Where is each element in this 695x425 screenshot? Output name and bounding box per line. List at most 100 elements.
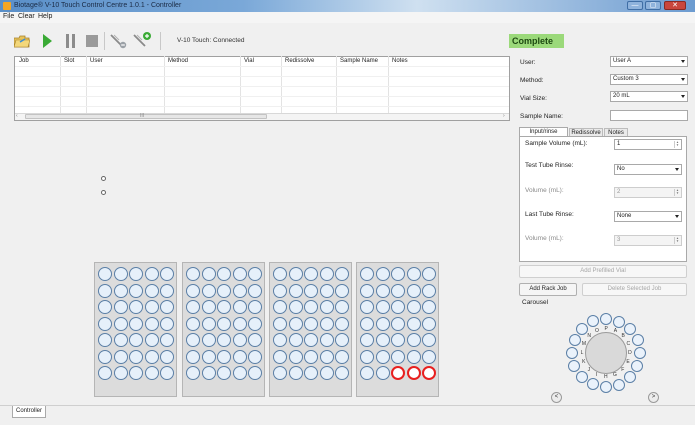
vial-slot[interactable] xyxy=(248,283,262,298)
vial-slot[interactable] xyxy=(160,316,174,331)
vial-slot[interactable] xyxy=(144,349,159,364)
vial-slot[interactable] xyxy=(375,333,390,347)
scroll-left-arrow-icon[interactable]: ‹ xyxy=(16,113,18,119)
method-select[interactable]: Custom 3 xyxy=(610,74,688,85)
vial-slot[interactable] xyxy=(360,300,374,314)
vial-slot[interactable] xyxy=(129,267,143,281)
vial-slot[interactable] xyxy=(248,300,262,314)
carousel-slot[interactable] xyxy=(612,378,625,391)
test-tube-rinse-select[interactable]: No xyxy=(614,164,682,175)
vial-slot[interactable] xyxy=(335,366,349,380)
vial-slot[interactable] xyxy=(232,267,247,281)
column-header-slot[interactable]: Slot xyxy=(64,58,74,64)
sample-volume-input[interactable]: 1 ▲ ▼ xyxy=(614,139,682,150)
last-rinse-volume-input[interactable]: 3 ▲ ▼ xyxy=(614,235,682,246)
vial-slot[interactable] xyxy=(288,267,303,281)
maximize-button[interactable]: ▢ xyxy=(645,1,661,10)
add-job-icon[interactable] xyxy=(133,31,153,49)
carousel-next-button[interactable]: > xyxy=(648,392,659,403)
vial-slot[interactable] xyxy=(319,283,334,298)
vial-slot[interactable] xyxy=(391,316,405,331)
vial-slot[interactable] xyxy=(248,366,262,380)
add-prefilled-vial-button[interactable]: Add Prefilled Vial xyxy=(519,265,687,278)
vial-slot[interactable] xyxy=(217,349,231,364)
vial-slot[interactable] xyxy=(129,366,143,380)
vial-slot[interactable] xyxy=(217,366,231,380)
vial-slot[interactable] xyxy=(304,267,318,281)
rinse-volume-input[interactable]: 2 ▲ ▼ xyxy=(614,187,682,198)
scrollbar-thumb[interactable] xyxy=(25,114,267,119)
vial-slot[interactable] xyxy=(406,366,421,380)
vial-slot[interactable] xyxy=(98,316,112,331)
vial-slot[interactable] xyxy=(113,283,128,298)
vial-slot[interactable] xyxy=(422,366,436,380)
vial-slot[interactable] xyxy=(144,267,159,281)
column-header-vial[interactable]: Vial xyxy=(244,58,254,64)
vial-slot[interactable] xyxy=(160,283,174,298)
scroll-right-arrow-icon[interactable]: › xyxy=(503,113,505,119)
vial-slot[interactable] xyxy=(304,283,318,298)
vial-slot[interactable] xyxy=(98,349,112,364)
vial-slot[interactable] xyxy=(375,300,390,314)
carousel-slot[interactable] xyxy=(568,359,581,372)
vial-slot[interactable] xyxy=(217,267,231,281)
vial-slot[interactable] xyxy=(201,267,216,281)
vial-slot[interactable] xyxy=(391,283,405,298)
vial-slot[interactable] xyxy=(217,283,231,298)
carousel-slot[interactable] xyxy=(587,315,600,328)
vial-slot[interactable] xyxy=(335,349,349,364)
vial-slot[interactable] xyxy=(129,300,143,314)
vial-slot[interactable] xyxy=(201,333,216,347)
carousel-slot[interactable] xyxy=(566,346,578,359)
vial-slot[interactable] xyxy=(248,333,262,347)
vial-slot[interactable] xyxy=(391,333,405,347)
vial-slot[interactable] xyxy=(375,349,390,364)
vial-slot[interactable] xyxy=(360,349,374,364)
vial-slot[interactable] xyxy=(273,349,287,364)
vial-slot[interactable] xyxy=(160,333,174,347)
vial-slot[interactable] xyxy=(144,300,159,314)
vial-slot[interactable] xyxy=(406,349,421,364)
sample-name-input[interactable] xyxy=(610,110,688,121)
carousel-slot[interactable] xyxy=(568,333,581,346)
vial-slot[interactable] xyxy=(422,349,436,364)
vial-slot[interactable] xyxy=(375,316,390,331)
vial-slot[interactable] xyxy=(360,283,374,298)
vial-slot[interactable] xyxy=(113,300,128,314)
vial-slot[interactable] xyxy=(186,300,200,314)
vial-slot[interactable] xyxy=(186,349,200,364)
vial-slot[interactable] xyxy=(319,366,334,380)
vial-slot[interactable] xyxy=(288,349,303,364)
carousel-slot[interactable] xyxy=(600,313,613,325)
menu-file[interactable]: File xyxy=(3,13,14,20)
vial-slot[interactable] xyxy=(144,283,159,298)
vial-slot[interactable] xyxy=(186,316,200,331)
vial-slot[interactable] xyxy=(113,349,128,364)
vial-slot[interactable] xyxy=(217,333,231,347)
vial-slot[interactable] xyxy=(160,300,174,314)
vial-slot[interactable] xyxy=(144,366,159,380)
vial-slot[interactable] xyxy=(129,316,143,331)
vial-slot[interactable] xyxy=(113,333,128,347)
vial-slot[interactable] xyxy=(217,316,231,331)
vial-slot[interactable] xyxy=(160,366,174,380)
vial-slot[interactable] xyxy=(304,366,318,380)
vial-slot[interactable] xyxy=(113,366,128,380)
vial-slot[interactable] xyxy=(98,333,112,347)
vial-slot[interactable] xyxy=(360,316,374,331)
vial-slot[interactable] xyxy=(201,300,216,314)
vial-slot[interactable] xyxy=(319,349,334,364)
vial-slot[interactable] xyxy=(319,333,334,347)
minimize-button[interactable]: — xyxy=(627,1,643,10)
vial-slot[interactable] xyxy=(304,300,318,314)
vial-slot[interactable] xyxy=(335,300,349,314)
vial-slot[interactable] xyxy=(406,267,421,281)
vial-size-select[interactable]: 20 mL xyxy=(610,91,688,102)
delete-selected-job-button[interactable]: Delete Selected Job xyxy=(582,283,687,296)
vial-slot[interactable] xyxy=(360,333,374,347)
user-select[interactable]: User A xyxy=(610,56,688,67)
vial-slot[interactable] xyxy=(98,283,112,298)
column-header-job[interactable]: Job xyxy=(19,58,29,64)
vial-slot[interactable] xyxy=(422,316,436,331)
vial-slot[interactable] xyxy=(335,316,349,331)
